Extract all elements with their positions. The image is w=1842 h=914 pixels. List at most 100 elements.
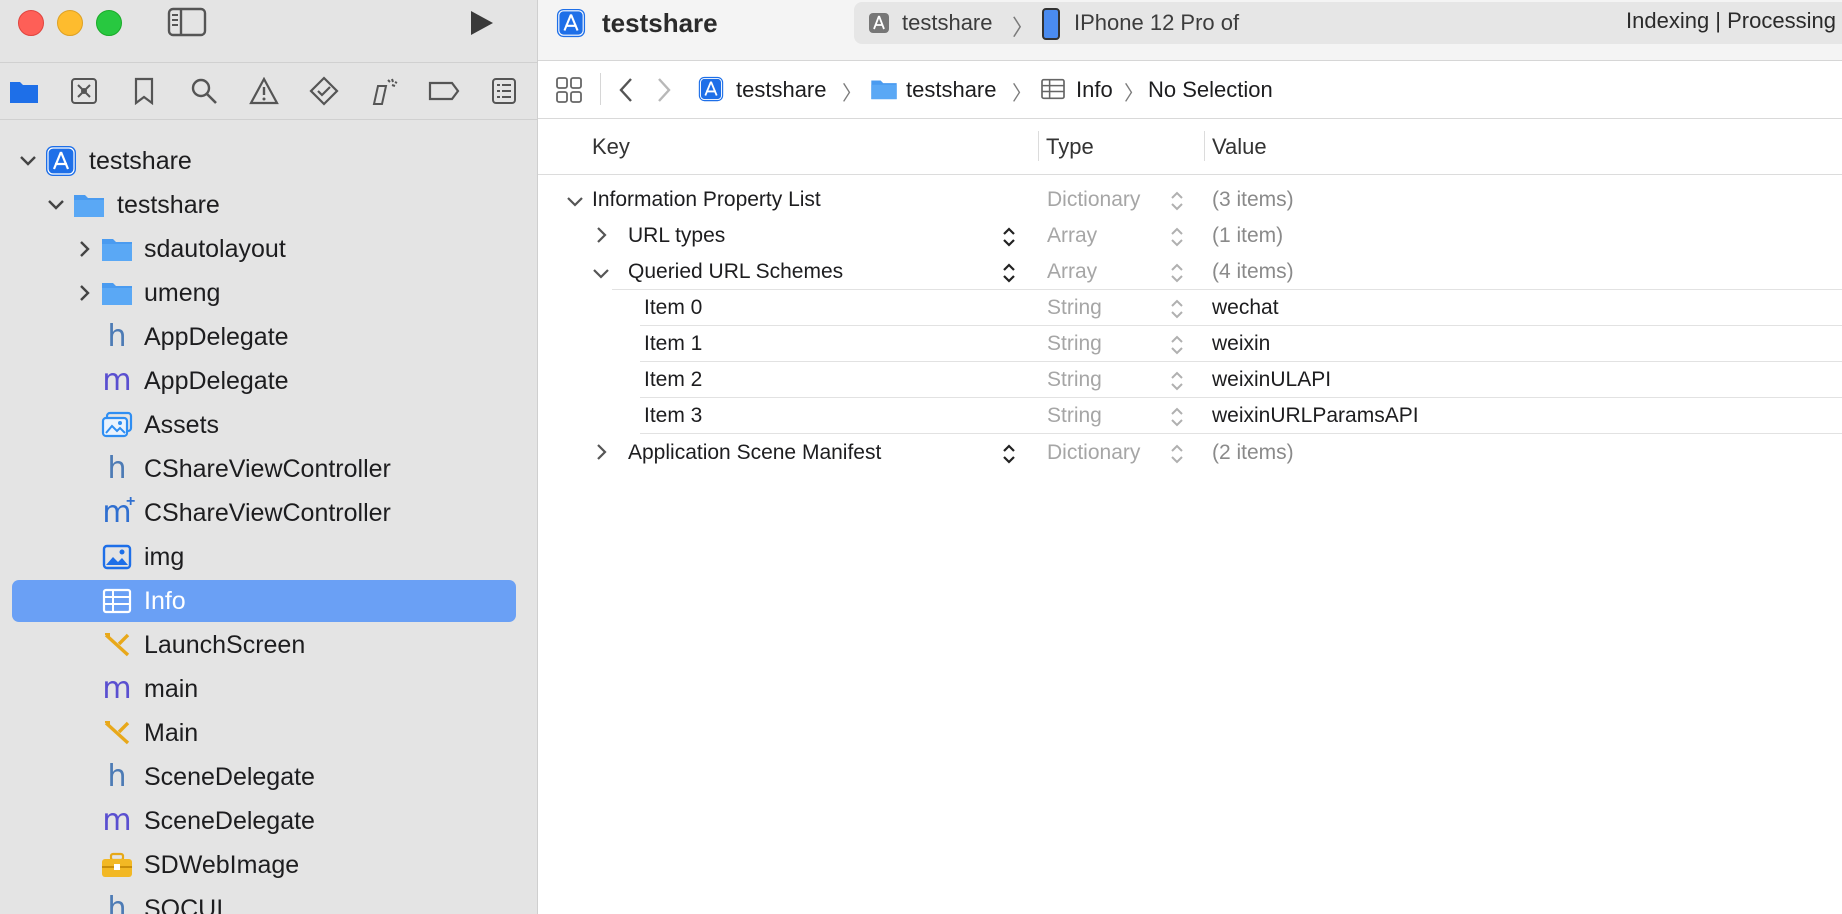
- plist-value[interactable]: wechat: [1212, 296, 1279, 320]
- plist-key[interactable]: Application Scene Manifest: [628, 441, 881, 465]
- plist-row[interactable]: Item 3 String weixinURLParamsAPI: [538, 398, 1842, 434]
- tree-row-file[interactable]: m SceneDelegate: [12, 800, 516, 842]
- header-file-icon: h: [107, 319, 127, 354]
- device-name[interactable]: IPhone 12 Pro of: [1074, 10, 1239, 36]
- jumpbar-item-file[interactable]: Info: [1076, 77, 1113, 103]
- chevron-down-icon[interactable]: [566, 190, 584, 214]
- scheme-name[interactable]: testshare: [902, 10, 993, 36]
- key-stepper-icon[interactable]: [1002, 227, 1016, 253]
- tree-row-file-selected[interactable]: Info: [12, 580, 516, 622]
- sidebar-toggle-icon[interactable]: [167, 6, 207, 43]
- chevron-right-icon[interactable]: [75, 239, 95, 259]
- tree-row-file[interactable]: m + CShareViewController: [12, 492, 516, 534]
- plist-type[interactable]: Dictionary: [1047, 188, 1140, 212]
- tree-row-file[interactable]: m AppDelegate: [12, 360, 516, 402]
- plist-key[interactable]: Queried URL Schemes: [628, 260, 843, 284]
- plist-type[interactable]: String: [1047, 296, 1102, 320]
- divider: [600, 73, 601, 105]
- run-button[interactable]: [466, 8, 496, 43]
- key-stepper-icon[interactable]: [1002, 263, 1016, 289]
- tree-row-folder[interactable]: sdautolayout: [12, 228, 516, 270]
- column-header-type[interactable]: Type: [1046, 134, 1094, 160]
- plist-type[interactable]: Dictionary: [1047, 441, 1140, 465]
- type-stepper-icon[interactable]: [1170, 299, 1184, 325]
- storyboard-icon: [101, 629, 133, 661]
- plist-value[interactable]: (1 item): [1212, 224, 1283, 248]
- tree-row-folder[interactable]: umeng: [12, 272, 516, 314]
- source-control-navigator-icon[interactable]: [68, 75, 100, 107]
- type-stepper-icon[interactable]: [1170, 263, 1184, 289]
- chevron-down-icon[interactable]: [592, 262, 610, 286]
- search-icon[interactable]: [188, 75, 220, 107]
- type-stepper-icon[interactable]: [1170, 191, 1184, 217]
- column-header-key[interactable]: Key: [592, 134, 630, 160]
- plist-value[interactable]: (3 items): [1212, 188, 1294, 212]
- plist-key[interactable]: Item 0: [644, 296, 702, 320]
- type-stepper-icon[interactable]: [1170, 444, 1184, 470]
- plist-row[interactable]: Item 1 String weixin: [538, 326, 1842, 362]
- project-navigator-tab[interactable]: [8, 75, 40, 107]
- tree-row-file[interactable]: LaunchScreen: [12, 624, 516, 666]
- plist-type[interactable]: String: [1047, 404, 1102, 428]
- test-navigator-icon[interactable]: [308, 75, 340, 107]
- debug-navigator-icon[interactable]: [368, 75, 400, 107]
- chevron-right-icon[interactable]: [75, 283, 95, 303]
- plist-value[interactable]: weixinULAPI: [1212, 368, 1331, 392]
- minimize-window-button[interactable]: [57, 10, 83, 36]
- plist-value[interactable]: weixinURLParamsAPI: [1212, 404, 1419, 428]
- jumpbar-item-selection[interactable]: No Selection: [1148, 77, 1273, 103]
- bookmark-navigator-icon[interactable]: [128, 75, 160, 107]
- tree-row-file[interactable]: h CShareViewController: [12, 448, 516, 490]
- tree-item-label: sdautolayout: [144, 234, 286, 263]
- plist-row[interactable]: Information Property List Dictionary (3 …: [538, 182, 1842, 218]
- related-items-grid-icon[interactable]: [556, 77, 582, 108]
- report-navigator-icon[interactable]: [488, 75, 520, 107]
- tree-row-file[interactable]: h SOCUI: [12, 888, 516, 914]
- tree-row-project[interactable]: testshare: [12, 140, 516, 182]
- breakpoint-navigator-icon[interactable]: [428, 75, 460, 107]
- chevron-down-icon[interactable]: [18, 151, 38, 171]
- type-stepper-icon[interactable]: [1170, 227, 1184, 253]
- tree-row-file[interactable]: SDWebImage: [12, 844, 516, 886]
- key-stepper-icon[interactable]: [1002, 444, 1016, 470]
- zoom-window-button[interactable]: [96, 10, 122, 36]
- chevron-down-icon[interactable]: [46, 195, 66, 215]
- type-stepper-icon[interactable]: [1170, 371, 1184, 397]
- plist-key[interactable]: Item 1: [644, 332, 702, 356]
- type-stepper-icon[interactable]: [1170, 407, 1184, 433]
- plist-type[interactable]: String: [1047, 332, 1102, 356]
- chevron-right-icon[interactable]: [596, 443, 608, 467]
- chevron-right-icon[interactable]: [596, 226, 608, 250]
- plist-type[interactable]: Array: [1047, 260, 1097, 284]
- plist-key[interactable]: Item 3: [644, 404, 702, 428]
- tree-row-file[interactable]: Assets: [12, 404, 516, 446]
- forward-chevron-icon[interactable]: [656, 77, 672, 108]
- plist-type[interactable]: String: [1047, 368, 1102, 392]
- tree-row-file[interactable]: h SceneDelegate: [12, 756, 516, 798]
- jumpbar-item-group[interactable]: testshare: [906, 77, 997, 103]
- window-toolbar: testshare testshare 〉 IPhone 12 Pro of I…: [471, 0, 1842, 61]
- tree-row-file[interactable]: h AppDelegate: [12, 316, 516, 358]
- plist-row[interactable]: Application Scene Manifest Dictionary (2…: [538, 435, 1842, 471]
- warning-icon[interactable]: [248, 75, 280, 107]
- column-header-value[interactable]: Value: [1212, 134, 1267, 160]
- plist-row[interactable]: Queried URL Schemes Array (4 items): [538, 254, 1842, 290]
- plist-value[interactable]: (2 items): [1212, 441, 1294, 465]
- plist-row[interactable]: Item 2 String weixinULAPI: [538, 362, 1842, 398]
- plist-row[interactable]: URL types Array (1 item): [538, 218, 1842, 254]
- plist-key[interactable]: URL types: [628, 224, 725, 248]
- plist-value[interactable]: weixin: [1212, 332, 1270, 356]
- plist-key[interactable]: Item 2: [644, 368, 702, 392]
- tree-row-group[interactable]: testshare: [12, 184, 516, 226]
- close-window-button[interactable]: [18, 10, 44, 36]
- type-stepper-icon[interactable]: [1170, 335, 1184, 361]
- plist-type[interactable]: Array: [1047, 224, 1097, 248]
- tree-row-file[interactable]: Main: [12, 712, 516, 754]
- plist-key[interactable]: Information Property List: [592, 188, 821, 212]
- back-chevron-icon[interactable]: [618, 77, 634, 108]
- tree-row-file[interactable]: img: [12, 536, 516, 578]
- jumpbar-item-project[interactable]: testshare: [736, 77, 827, 103]
- plist-row[interactable]: Item 0 String wechat: [538, 290, 1842, 326]
- plist-value[interactable]: (4 items): [1212, 260, 1294, 284]
- tree-row-file[interactable]: m main: [12, 668, 516, 710]
